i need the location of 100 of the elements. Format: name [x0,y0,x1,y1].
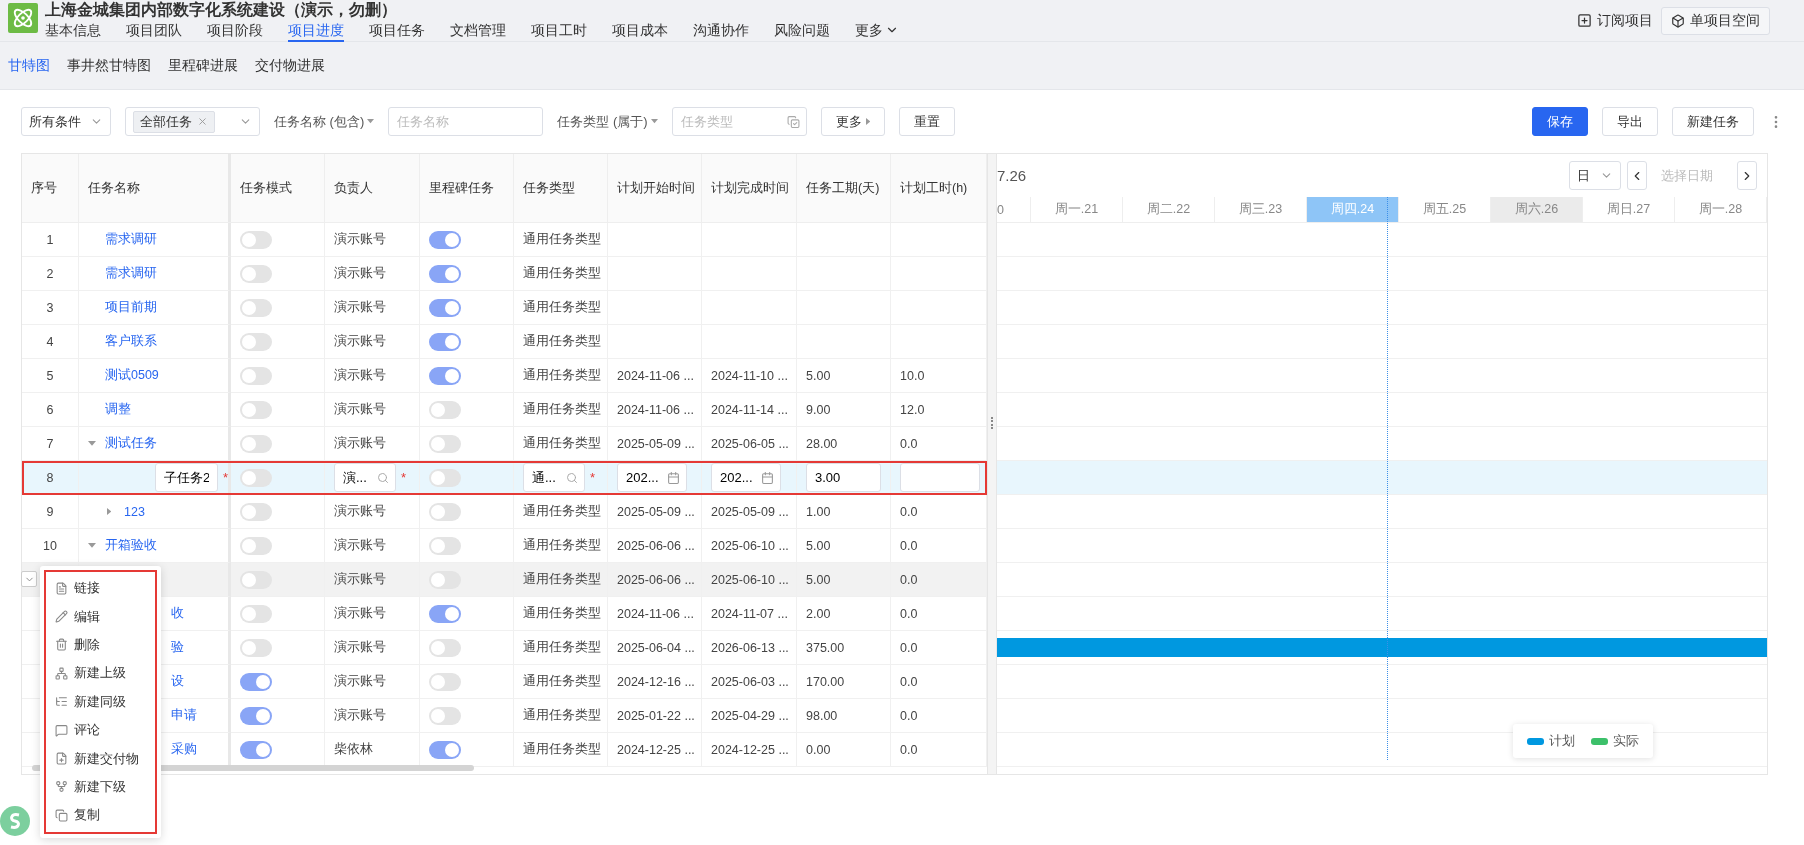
owner-select[interactable]: 演... [334,463,396,492]
condition-select[interactable]: 所有条件 [21,107,111,136]
new-task-button[interactable]: 新建任务 [1672,107,1754,136]
sub-tab[interactable]: 里程碑进展 [168,56,238,75]
menu-item[interactable]: 删除 [46,630,155,660]
menu-item[interactable]: 评论 [46,715,155,745]
task-mode-switch[interactable] [240,332,272,351]
task-name-link[interactable]: 项目前期 [105,299,157,316]
task-type-field[interactable]: 任务类型 [671,107,807,136]
milestone-switch[interactable] [429,502,461,521]
task-scope-select[interactable]: 全部任务 [125,107,260,136]
previous-button[interactable] [1627,161,1647,190]
expand-icon[interactable] [21,571,37,587]
task-name-link[interactable]: 开箱验收 [105,537,157,554]
milestone-switch[interactable] [429,468,461,487]
task-name-link[interactable]: 测试任务 [105,435,157,452]
save-button[interactable]: 保存 [1532,107,1588,136]
task-name-link[interactable]: 申请 [171,707,197,724]
milestone-switch[interactable] [429,706,461,725]
menu-item[interactable]: 复制 [46,801,155,830]
app-logo-icon[interactable] [0,806,30,836]
task-name-link[interactable]: 调整 [105,401,131,418]
task-mode-switch[interactable] [240,298,272,317]
task-name-input[interactable]: 子任务2 [155,463,218,492]
hours-field[interactable] [900,463,980,492]
milestone-switch[interactable] [429,638,461,657]
task-name-field[interactable]: 任务名称 [388,107,544,136]
sub-tab[interactable]: 事井然甘特图 [67,56,151,75]
type-select[interactable]: 通... [523,463,585,492]
task-mode-switch[interactable] [240,536,272,555]
milestone-switch[interactable] [429,366,461,385]
task-name-link[interactable]: 需求调研 [105,265,157,282]
task-name-link[interactable]: 客户联系 [105,333,157,350]
task-mode-switch[interactable] [240,434,272,453]
menu-item[interactable]: 新建下级 [46,772,155,802]
task-name-link[interactable]: 采购 [171,741,197,758]
task-mode-switch[interactable] [240,672,272,691]
nav-tab[interactable]: 项目团队 [126,20,182,42]
more-tab[interactable]: 更多 [855,20,899,42]
project-space-button[interactable]: 单项目空间 [1661,6,1770,35]
menu-item[interactable]: 编辑 [46,602,155,631]
milestone-switch[interactable] [429,740,461,759]
milestone-switch[interactable] [429,400,461,419]
task-name-link[interactable]: 设 [171,673,184,690]
sub-tab[interactable]: 交付物进展 [255,56,325,75]
menu-item[interactable]: 新建上级 [46,659,155,688]
menu-item[interactable]: 新建交付物 [46,744,155,773]
task-name-link[interactable]: 123 [124,504,145,519]
milestone-switch[interactable] [429,332,461,351]
export-button[interactable]: 导出 [1602,107,1658,136]
task-mode-switch[interactable] [240,604,272,623]
task-name-link[interactable]: 收 [171,605,184,622]
task-mode-switch[interactable] [240,468,272,487]
scale-select[interactable]: 日 [1569,161,1621,190]
type-filter-label[interactable]: 任务类型 (属于) [557,112,658,131]
milestone-switch[interactable] [429,604,461,623]
task-mode-switch[interactable] [240,502,272,521]
milestone-switch[interactable] [429,230,461,249]
duration-field[interactable]: 3.00 [806,463,881,492]
subscribe-button[interactable]: 订阅项目 [1577,11,1653,30]
task-mode-switch[interactable] [240,264,272,283]
start-date: 2025-06-06 ... [617,572,695,587]
milestone-switch[interactable] [429,264,461,283]
milestone-switch[interactable] [429,434,461,453]
task-mode-switch[interactable] [240,740,272,759]
required-mark: * [222,470,228,485]
task-mode-switch[interactable] [240,706,272,725]
task-mode-switch[interactable] [240,400,272,419]
milestone-switch[interactable] [429,536,461,555]
end-date-field[interactable]: 202... [711,463,781,492]
reset-button[interactable]: 重置 [898,107,955,136]
start-date: 2025-01-22 ... [617,708,695,723]
task-name-link[interactable]: 测试0509 [105,367,159,384]
nav-tab[interactable]: 项目任务 [369,20,425,42]
task-mode-switch[interactable] [240,638,272,657]
nav-tab[interactable]: 项目工时 [531,20,587,42]
splitter[interactable] [987,154,997,774]
task-mode-switch[interactable] [240,570,272,589]
milestone-switch[interactable] [429,570,461,589]
nav-tab[interactable]: 基本信息 [45,20,101,42]
sub-tab[interactable]: 甘特图 [8,56,50,75]
nav-tab[interactable]: 文档管理 [450,20,506,42]
task-mode-switch[interactable] [240,366,272,385]
menu-item[interactable]: 新建同级 [46,687,155,716]
task-name-link[interactable]: 需求调研 [105,231,157,248]
start-date-field[interactable]: 202... [617,463,687,492]
task-mode-switch[interactable] [240,230,272,249]
task-name-link[interactable]: 验 [171,639,184,656]
nav-tab[interactable]: 风险问题 [774,20,830,42]
nav-tab[interactable]: 项目成本 [612,20,668,42]
gantt-bar[interactable] [997,638,1767,657]
menu-item[interactable]: 链接 [46,574,155,603]
milestone-switch[interactable] [429,298,461,317]
close-icon[interactable] [197,116,208,127]
nav-tab[interactable]: 沟通协作 [693,20,749,42]
milestone-switch[interactable] [429,672,461,691]
name-filter-label[interactable]: 任务名称 (包含) [274,112,375,131]
nav-tab[interactable]: 项目阶段 [207,20,263,42]
more-button[interactable]: 更多 [820,107,885,136]
next-button[interactable] [1737,161,1757,190]
